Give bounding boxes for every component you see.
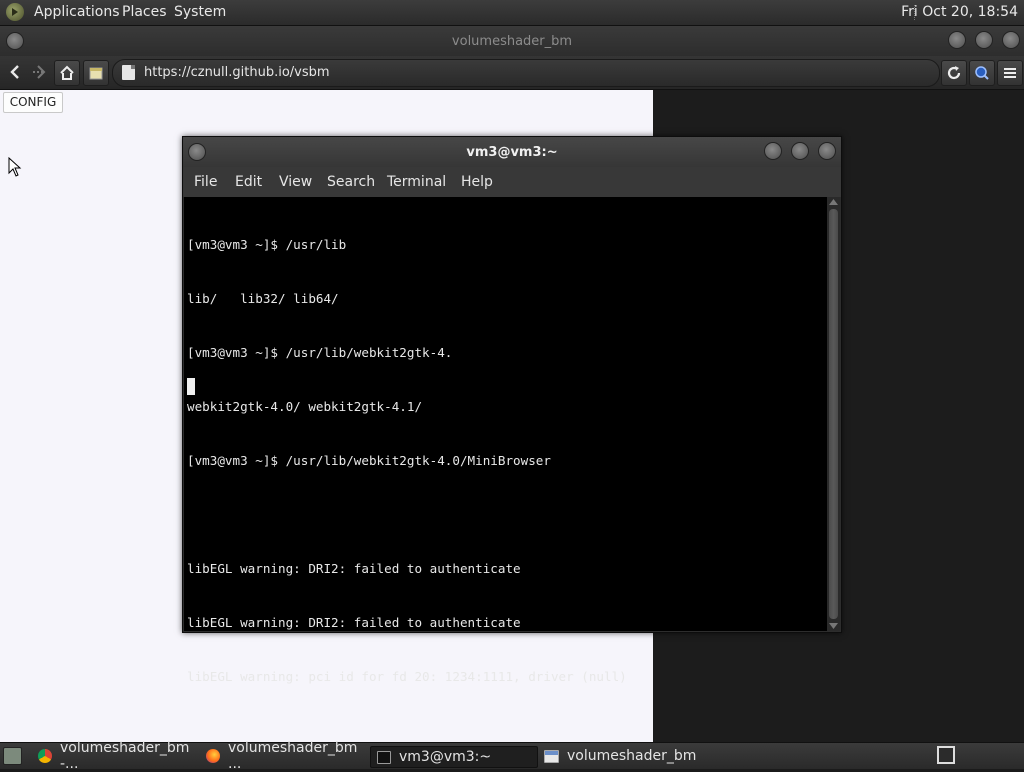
terminal-line: webkit2gtk-4.0/ webkit2gtk-4.1/ <box>187 399 423 414</box>
terminal-line: libEGL warning: pci id for fd 20: 1234:1… <box>187 669 627 684</box>
url-text[interactable]: https://cznull.github.io/vsbm <box>144 65 330 80</box>
bottom-taskbar: volumeshader_bm -... volumeshader_bm ...… <box>0 740 1024 772</box>
search-icon <box>975 66 989 80</box>
search-button[interactable] <box>969 60 995 86</box>
taskbar-item-terminal[interactable]: vm3@vm3:~ <box>370 746 538 768</box>
taskbar-item-minibrowser[interactable]: volumeshader_bm <box>538 746 708 766</box>
terminal-line: libEGL warning: DRI2: failed to authenti… <box>187 615 521 630</box>
menu-file[interactable]: File <box>194 174 217 190</box>
taskbar-item-label: vm3@vm3:~ <box>399 749 492 765</box>
menu-view[interactable]: View <box>279 174 312 190</box>
terminal-menubar: File Edit View Search Terminal Help <box>183 167 841 197</box>
browser-titlebar[interactable]: volumeshader_bm <box>0 26 1024 56</box>
browser-toolbar: https://cznull.github.io/vsbm <box>0 56 1024 90</box>
back-button[interactable] <box>4 60 28 84</box>
distro-logo-icon[interactable] <box>6 3 24 21</box>
url-bar[interactable]: https://cznull.github.io/vsbm <box>112 59 940 87</box>
browser-window-title: volumeshader_bm <box>451 34 573 49</box>
terminal-cursor <box>187 378 195 395</box>
forward-arrow-icon <box>33 65 46 79</box>
menu-help[interactable]: Help <box>461 174 493 190</box>
hamburger-menu-icon <box>1004 68 1016 78</box>
terminal-line: [vm3@vm3 ~]$ /usr/lib <box>187 237 347 252</box>
terminal-line: [vm3@vm3 ~]$ /usr/lib/webkit2gtk-4. <box>187 345 453 360</box>
taskbar-item-label: volumeshader_bm ... <box>228 740 358 772</box>
reload-icon <box>947 66 961 80</box>
clock[interactable]: Fri Oct 20, 18:54 <box>901 4 1018 20</box>
browser-window-icon <box>544 749 559 763</box>
bookmarks-icon <box>89 67 103 80</box>
bookmarks-button[interactable] <box>83 60 109 86</box>
taskbar-item-chrome[interactable]: volumeshader_bm -... <box>32 740 200 772</box>
taskbar-item-label: volumeshader_bm -... <box>60 740 190 772</box>
terminal-titlebar[interactable]: vm3@vm3:~ <box>183 137 841 167</box>
taskbar-item-label: volumeshader_bm <box>567 748 697 764</box>
back-arrow-icon <box>10 65 19 79</box>
terminal-maximize-button[interactable] <box>791 142 809 160</box>
terminal-lines: [vm3@vm3 ~]$ /usr/lib lib/ lib32/ lib64/… <box>187 200 627 722</box>
home-button[interactable] <box>54 60 80 86</box>
forward-button[interactable] <box>28 60 52 84</box>
taskbar-item-firefox[interactable]: volumeshader_bm ... <box>200 740 368 772</box>
workspace-switcher[interactable] <box>937 746 955 764</box>
terminal-close-button[interactable] <box>818 142 836 160</box>
places-menu[interactable]: Places <box>122 4 167 20</box>
show-desktop-icon[interactable] <box>3 747 22 765</box>
top-panel: Applications Places System Fri Oct 20, 1… <box>0 0 1024 26</box>
scroll-up-icon[interactable] <box>829 199 838 205</box>
terminal-icon <box>377 750 391 764</box>
menu-button[interactable] <box>997 60 1023 86</box>
scroll-down-icon[interactable] <box>829 623 838 629</box>
terminal-line: lib/ lib32/ lib64/ <box>187 291 339 306</box>
chrome-icon <box>38 749 52 763</box>
menu-edit[interactable]: Edit <box>235 174 262 190</box>
terminal-scrollbar[interactable] <box>827 197 840 631</box>
minimize-button[interactable] <box>948 31 966 49</box>
menu-search[interactable]: Search <box>327 174 375 190</box>
home-icon <box>60 65 74 80</box>
mouse-pointer-icon <box>8 157 22 177</box>
firefox-icon <box>206 749 220 763</box>
system-menu[interactable]: System <box>174 4 226 20</box>
maximize-button[interactable] <box>975 31 993 49</box>
terminal-title: vm3@vm3:~ <box>466 145 558 160</box>
terminal-line: libEGL warning: DRI2: failed to authenti… <box>187 561 521 576</box>
terminal-minimize-button[interactable] <box>764 142 782 160</box>
page-icon <box>122 65 135 80</box>
applications-menu[interactable]: Applications <box>34 4 120 20</box>
menu-terminal[interactable]: Terminal <box>387 174 446 190</box>
reload-button[interactable] <box>941 60 967 86</box>
terminal-output[interactable]: [vm3@vm3 ~]$ /usr/lib lib/ lib32/ lib64/… <box>184 197 827 684</box>
terminal-line: [vm3@vm3 ~]$ /usr/lib/webkit2gtk-4.0/Min… <box>187 453 551 468</box>
terminal-scrollbar-thumb[interactable] <box>829 209 838 619</box>
config-button[interactable]: CONFIG <box>3 92 63 113</box>
terminal-window: vm3@vm3:~ File Edit View Search Terminal… <box>182 136 842 684</box>
close-button[interactable] <box>1002 31 1020 49</box>
